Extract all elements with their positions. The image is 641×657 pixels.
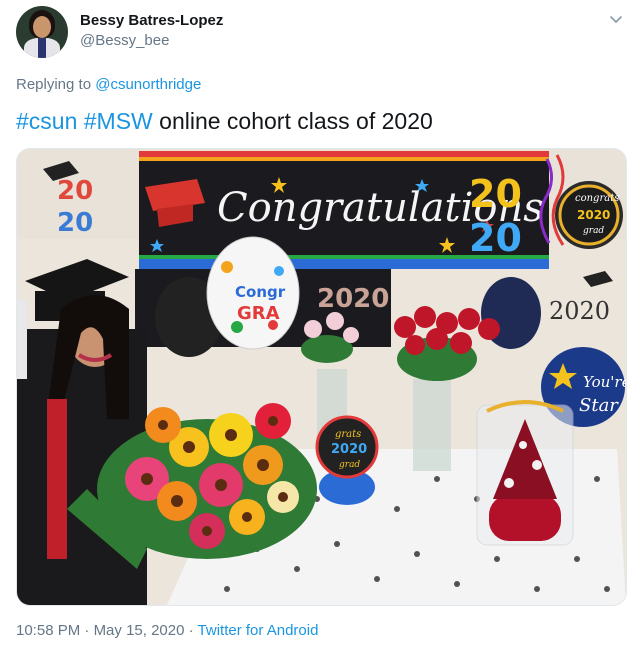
author-handle[interactable]: @Bessy_bee [80, 32, 169, 49]
meta-separator-2: · [188, 622, 194, 639]
centerpiece-1: grats [335, 429, 361, 440]
right-year: 2020 [549, 297, 610, 325]
avatar[interactable] [16, 6, 68, 58]
hashtag-msw[interactable]: #MSW [84, 108, 153, 134]
author-name[interactable]: Bessy Batres-Lopez [80, 12, 223, 29]
graduation-photo: Congratulations 20 20 20 20 congrats 202… [17, 149, 626, 605]
star-balloon-2: Star [579, 395, 619, 416]
left-sign-top: 20 [57, 176, 93, 206]
banner-year-top: 20 [469, 172, 522, 216]
chevron-down-icon[interactable] [608, 12, 624, 28]
replying-to: Replying to @csunorthridge [16, 76, 201, 93]
replying-to-label: Replying to [16, 76, 92, 93]
balloon-text-1: Congr [235, 283, 286, 301]
tweet-body: online cohort class of 2020 [159, 108, 433, 134]
svg-text:2020: 2020 [317, 284, 389, 314]
right-sign-3: grad [583, 226, 604, 236]
tweet-time[interactable]: 10:58 PM [16, 622, 80, 639]
tweet-date[interactable]: May 15, 2020 [94, 622, 185, 639]
meta-separator: · [84, 622, 90, 639]
tweet-header: Bessy Batres-Lopez @Bessy_bee [16, 6, 626, 58]
balloon-text-2: GRA [237, 303, 280, 324]
banner-year-bottom: 20 [469, 216, 522, 260]
star-balloon-1: You're [583, 373, 626, 391]
tweet-source[interactable]: Twitter for Android [198, 622, 319, 639]
hashtag-csun[interactable]: #csun [16, 108, 77, 134]
right-sign-2: 2020 [577, 208, 610, 222]
left-sign-bottom: 20 [57, 208, 93, 238]
centerpiece-3: grad [339, 460, 360, 470]
tweet-text: #csun #MSW online cohort class of 2020 [16, 108, 433, 135]
mention-link[interactable]: @csunorthridge [95, 76, 201, 93]
tweet-photo[interactable]: Congratulations 20 20 20 20 congrats 202… [16, 148, 627, 606]
centerpiece-2: 2020 [331, 442, 367, 457]
right-sign-1: congrats [575, 193, 619, 204]
tweet-meta: 10:58 PM · May 15, 2020 · Twitter for An… [16, 622, 318, 639]
